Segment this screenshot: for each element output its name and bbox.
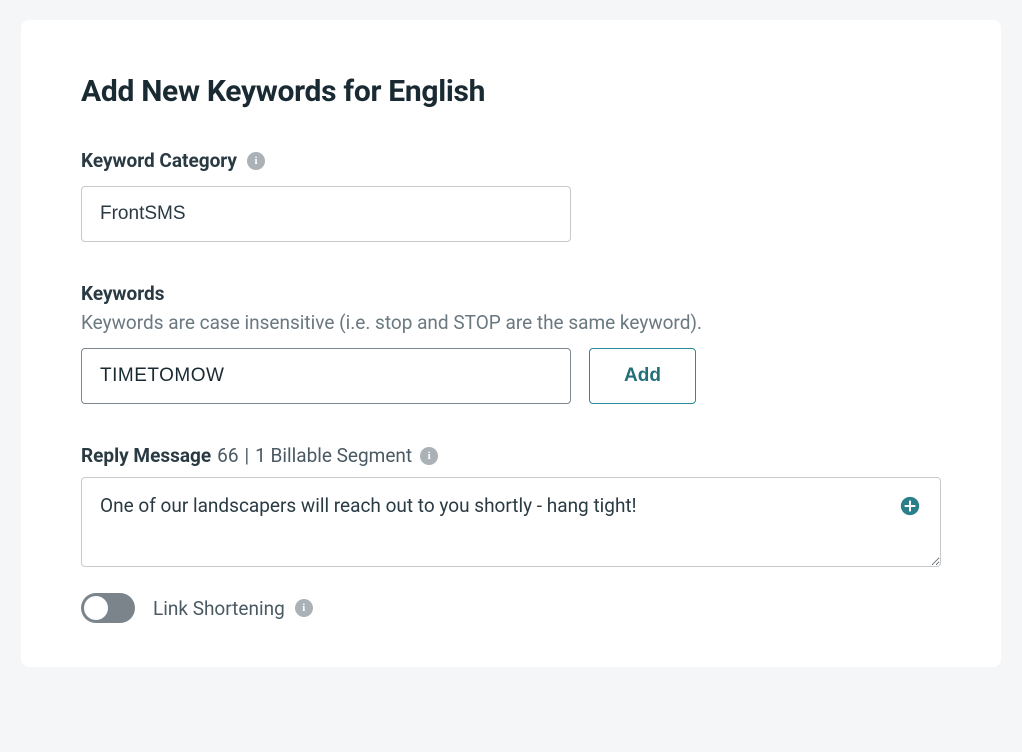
keyword-category-input[interactable] <box>81 186 571 242</box>
keyword-input-row: Add <box>81 348 941 404</box>
keyword-category-label: Keyword Category <box>81 149 237 172</box>
separator: | <box>245 444 250 467</box>
keyword-input[interactable] <box>81 348 571 404</box>
link-shortening-label-row: Link Shortening i <box>153 597 313 620</box>
link-shortening-label: Link Shortening <box>153 597 285 620</box>
reply-segment-text: 1 Billable Segment <box>255 444 412 467</box>
reply-message-group: Reply Message 66 | 1 Billable Segment i <box>81 444 941 571</box>
keywords-group: Keywords Keywords are case insensitive (… <box>81 282 941 404</box>
link-shortening-row: Link Shortening i <box>81 593 941 623</box>
keywords-label-row: Keywords <box>81 282 941 305</box>
link-shortening-toggle[interactable] <box>81 593 135 623</box>
add-button[interactable]: Add <box>589 348 696 404</box>
page-title: Add New Keywords for English <box>81 74 941 109</box>
reply-label: Reply Message <box>81 444 211 467</box>
reply-label-row: Reply Message 66 | 1 Billable Segment i <box>81 444 941 467</box>
keywords-label: Keywords <box>81 282 164 305</box>
reply-textarea[interactable] <box>81 477 941 567</box>
keyword-category-label-row: Keyword Category i <box>81 149 941 172</box>
reply-textarea-wrap <box>81 477 941 571</box>
form-card: Add New Keywords for English Keyword Cat… <box>21 20 1001 667</box>
info-icon[interactable]: i <box>295 599 313 617</box>
toggle-knob <box>84 596 108 620</box>
reply-char-count: 66 <box>217 444 238 467</box>
info-icon[interactable]: i <box>420 447 438 465</box>
keyword-category-group: Keyword Category i <box>81 149 941 242</box>
info-icon[interactable]: i <box>247 152 265 170</box>
plus-circle-icon[interactable] <box>899 495 921 517</box>
keywords-help-text: Keywords are case insensitive (i.e. stop… <box>81 311 941 334</box>
